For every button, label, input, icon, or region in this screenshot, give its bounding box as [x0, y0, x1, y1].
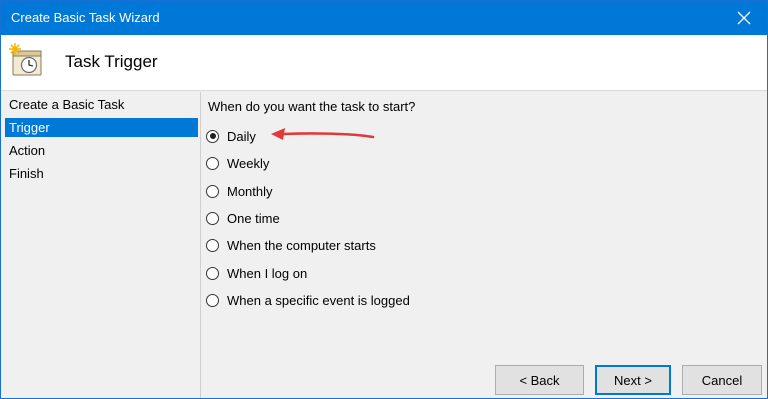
- option-computer-starts[interactable]: When the computer starts: [206, 235, 376, 255]
- step-label: Create a Basic Task: [9, 97, 125, 112]
- step-label: Finish: [9, 166, 44, 181]
- option-monthly[interactable]: Monthly: [206, 181, 273, 201]
- step-create-basic-task[interactable]: Create a Basic Task: [5, 95, 198, 114]
- option-label: When I log on: [227, 265, 308, 281]
- step-finish[interactable]: Finish: [5, 164, 198, 183]
- option-weekly[interactable]: Weekly: [206, 153, 269, 173]
- option-label: One time: [227, 210, 280, 226]
- radio-monthly[interactable]: [206, 184, 219, 198]
- window-title: Create Basic Task Wizard: [11, 10, 160, 25]
- option-log-on[interactable]: When I log on: [206, 263, 307, 283]
- option-event-logged[interactable]: When a specific event is logged: [206, 290, 410, 310]
- wizard-window: Create Basic Task Wizard Task Trigger Cr…: [0, 0, 768, 399]
- radio-daily[interactable]: [206, 129, 219, 143]
- red-arrow-annotation: [271, 128, 375, 140]
- radio-weekly[interactable]: [206, 156, 219, 170]
- radio-event-logged[interactable]: [206, 293, 219, 307]
- option-one-time[interactable]: One time: [206, 208, 280, 228]
- cancel-button[interactable]: Cancel: [682, 365, 762, 395]
- step-trigger[interactable]: Trigger: [5, 118, 198, 137]
- radio-computer-starts[interactable]: [206, 238, 219, 252]
- close-icon: [737, 11, 751, 25]
- option-label: Weekly: [227, 155, 270, 171]
- radio-log-on[interactable]: [206, 266, 219, 280]
- step-label: Trigger: [9, 120, 50, 135]
- option-label: Monthly: [227, 183, 273, 199]
- option-label: Daily: [227, 128, 256, 144]
- step-label: Action: [9, 143, 46, 158]
- radio-one-time[interactable]: [206, 211, 219, 225]
- back-button[interactable]: < Back: [495, 365, 584, 395]
- option-label: When a specific event is logged: [227, 292, 410, 308]
- wizard-steps-panel: Create a Basic Task Trigger Action Finis…: [1, 92, 201, 398]
- scheduled-task-icon: [9, 43, 42, 76]
- page-heading: Task Trigger: [65, 52, 158, 71]
- wizard-header: Task Trigger: [1, 35, 767, 91]
- option-label: When the computer starts: [227, 237, 376, 253]
- title-bar[interactable]: Create Basic Task Wizard: [1, 1, 767, 35]
- option-daily[interactable]: Daily: [206, 126, 256, 146]
- next-button[interactable]: Next >: [595, 365, 671, 395]
- trigger-question: When do you want the task to start?: [208, 99, 416, 114]
- step-action[interactable]: Action: [5, 141, 198, 160]
- close-button[interactable]: [721, 1, 767, 35]
